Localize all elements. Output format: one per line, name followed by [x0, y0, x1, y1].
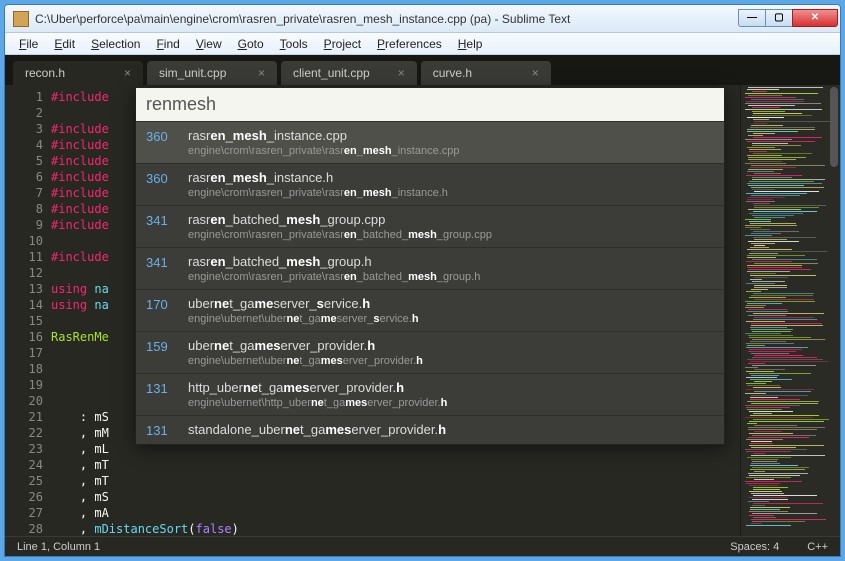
minimap[interactable]	[740, 85, 840, 536]
goto-score: 170	[146, 296, 188, 325]
goto-score: 131	[146, 422, 188, 438]
goto-anything-panel: 360rasren_mesh_instance.cppengine\crom\r…	[135, 87, 725, 445]
goto-result[interactable]: 341rasren_batched_mesh_group.cpp engine\c…	[136, 205, 724, 247]
maximize-button[interactable]: ▢	[765, 9, 793, 27]
tab-label: sim_unit.cpp	[159, 66, 226, 80]
menu-view[interactable]: View	[190, 35, 228, 53]
goto-filename: standalone_ubernet_gameserver_provider.h	[188, 422, 714, 437]
status-language[interactable]: C++	[807, 541, 828, 553]
goto-filename: ubernet_gameserver_service.h	[188, 296, 714, 311]
goto-filename: rasren_mesh_instance.cpp	[188, 128, 714, 143]
close-button[interactable]: ✕	[792, 9, 838, 27]
menu-help[interactable]: Help	[452, 35, 489, 53]
goto-results: 360rasren_mesh_instance.cppengine\crom\r…	[136, 121, 724, 444]
tab-close-icon[interactable]: ×	[532, 66, 539, 80]
menubar: FileEditSelectionFind ViewGotoToolsProjec…	[5, 33, 840, 55]
tab-close-icon[interactable]: ×	[398, 66, 405, 80]
goto-filename: http_ubernet_gameserver_provider.h	[188, 380, 714, 395]
menu-file[interactable]: File	[13, 35, 44, 53]
status-indent[interactable]: Spaces: 4	[730, 541, 779, 553]
window-title: C:\Uber\perforce\pa\main\engine\crom\ras…	[35, 12, 739, 26]
tab-label: client_unit.cpp	[293, 66, 370, 80]
tab-close-icon[interactable]: ×	[258, 66, 265, 80]
tab-sim_unit-cpp[interactable]: sim_unit.cpp ×	[147, 61, 277, 85]
line-gutter: 1234567891011121314151617181920212223242…	[5, 85, 51, 536]
goto-filename: ubernet_gameserver_provider.h	[188, 338, 714, 353]
app-body: recon.h×sim_unit.cpp×client_unit.cpp×cur…	[5, 55, 840, 556]
goto-path: engine\ubernet\ubernet_gameserver_provid…	[188, 355, 714, 367]
goto-score: 341	[146, 254, 188, 283]
menu-selection[interactable]: Selection	[85, 35, 146, 53]
goto-score: 341	[146, 212, 188, 241]
titlebar[interactable]: C:\Uber\perforce\pa\main\engine\crom\ras…	[5, 5, 840, 33]
menu-find[interactable]: Find	[150, 35, 185, 53]
menu-goto[interactable]: Goto	[232, 35, 270, 53]
goto-path: engine\ubernet\http_ubernet_gameserver_p…	[188, 397, 714, 409]
goto-result[interactable]: 131standalone_ubernet_gameserver_provide…	[136, 415, 724, 444]
goto-score: 131	[146, 380, 188, 409]
goto-path: engine\ubernet\ubernet_gameserver_servic…	[188, 313, 714, 325]
minimap-content	[745, 87, 828, 527]
goto-path: engine\crom\rasren_private\rasren_batche…	[188, 271, 714, 283]
goto-filename: rasren_batched_mesh_group.h	[188, 254, 714, 269]
goto-path: engine\crom\rasren_private\rasren_batche…	[188, 229, 714, 241]
menu-project[interactable]: Project	[318, 35, 367, 53]
minimap-scrollbar[interactable]	[830, 87, 838, 167]
window-controls: — ▢ ✕	[739, 9, 838, 29]
goto-path: engine\crom\rasren_private\rasren_mesh_i…	[188, 187, 714, 199]
statusbar: Line 1, Column 1 Spaces: 4 C++	[5, 536, 840, 556]
status-cursor: Line 1, Column 1	[17, 541, 100, 553]
goto-input[interactable]	[136, 88, 724, 121]
goto-score: 360	[146, 170, 188, 199]
tab-bar: recon.h×sim_unit.cpp×client_unit.cpp×cur…	[5, 55, 840, 85]
goto-result[interactable]: 341rasren_batched_mesh_group.h engine\cro…	[136, 247, 724, 289]
goto-result[interactable]: 159ubernet_gameserver_provider.h engine\u…	[136, 331, 724, 373]
app-window: C:\Uber\perforce\pa\main\engine\crom\ras…	[4, 4, 841, 557]
tab-client_unit-cpp[interactable]: client_unit.cpp ×	[281, 61, 417, 85]
goto-result[interactable]: 170ubernet_gameserver_service.h engine\ub…	[136, 289, 724, 331]
goto-filename: rasren_mesh_instance.h	[188, 170, 714, 185]
menu-edit[interactable]: Edit	[48, 35, 81, 53]
app-icon	[13, 11, 29, 27]
tab-recon-h[interactable]: recon.h ×	[13, 61, 143, 85]
minimize-button[interactable]: —	[738, 9, 766, 27]
menu-tools[interactable]: Tools	[274, 35, 314, 53]
menu-preferences[interactable]: Preferences	[371, 35, 448, 53]
tab-curve-h[interactable]: curve.h ×	[421, 61, 551, 85]
goto-result[interactable]: 360rasren_mesh_instance.h engine\crom\ras…	[136, 163, 724, 205]
tab-label: curve.h	[433, 66, 472, 80]
goto-filename: rasren_batched_mesh_group.cpp	[188, 212, 714, 227]
goto-score: 360	[146, 128, 188, 157]
goto-score: 159	[146, 338, 188, 367]
goto-result[interactable]: 360rasren_mesh_instance.cpp engine\crom\r…	[136, 121, 724, 163]
goto-path: engine\crom\rasren_private\rasren_mesh_i…	[188, 145, 714, 157]
tab-close-icon[interactable]: ×	[124, 66, 131, 80]
goto-result[interactable]: 131http_ubernet_gameserver_provider.heng…	[136, 373, 724, 415]
tab-label: recon.h	[25, 66, 65, 80]
